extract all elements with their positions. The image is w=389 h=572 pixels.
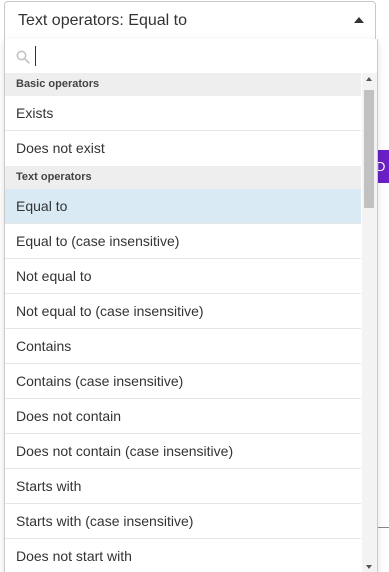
dropdown-search-row xyxy=(5,39,377,73)
option-item[interactable]: Contains xyxy=(5,329,361,364)
caret-up-icon[interactable] xyxy=(354,17,364,23)
operator-select[interactable]: Text operators: Equal to xyxy=(4,1,376,39)
option-item[interactable]: Does not contain xyxy=(5,399,361,434)
option-item[interactable]: Starts with (case insensitive) xyxy=(5,504,361,539)
option-item[interactable]: Exists xyxy=(5,96,361,131)
option-group-header: Text operators xyxy=(5,166,361,189)
option-item[interactable]: Starts with xyxy=(5,469,361,504)
option-item[interactable]: Not equal to xyxy=(5,259,361,294)
operator-select-value: Text operators: Equal to xyxy=(18,12,187,29)
option-item[interactable]: Does not contain (case insensitive) xyxy=(5,434,361,469)
scroll-up-arrow-icon[interactable] xyxy=(366,77,372,81)
scroll-down-arrow-icon[interactable] xyxy=(366,565,372,569)
scrollbar-thumb[interactable] xyxy=(364,90,374,208)
option-item[interactable]: Does not exist xyxy=(5,131,361,166)
page: D Text operators: Equal to Basic operato… xyxy=(0,0,389,572)
dropdown-search-input[interactable] xyxy=(35,46,359,66)
option-item[interactable]: Contains (case insensitive) xyxy=(5,364,361,399)
option-group-header: Basic operators xyxy=(5,73,361,96)
option-item[interactable]: Does not start with xyxy=(5,539,361,572)
option-item[interactable]: Not equal to (case insensitive) xyxy=(5,294,361,329)
operator-dropdown: Basic operators Exists Does not exist Text … xyxy=(4,39,378,572)
background-divider xyxy=(378,527,389,528)
search-icon xyxy=(16,50,30,64)
option-list: Basic operators Exists Does not exist Text … xyxy=(5,73,361,572)
option-item[interactable]: Equal to (case insensitive) xyxy=(5,224,361,259)
dropdown-scrollbar[interactable] xyxy=(362,73,377,572)
option-item-selected[interactable]: Equal to xyxy=(5,189,361,224)
